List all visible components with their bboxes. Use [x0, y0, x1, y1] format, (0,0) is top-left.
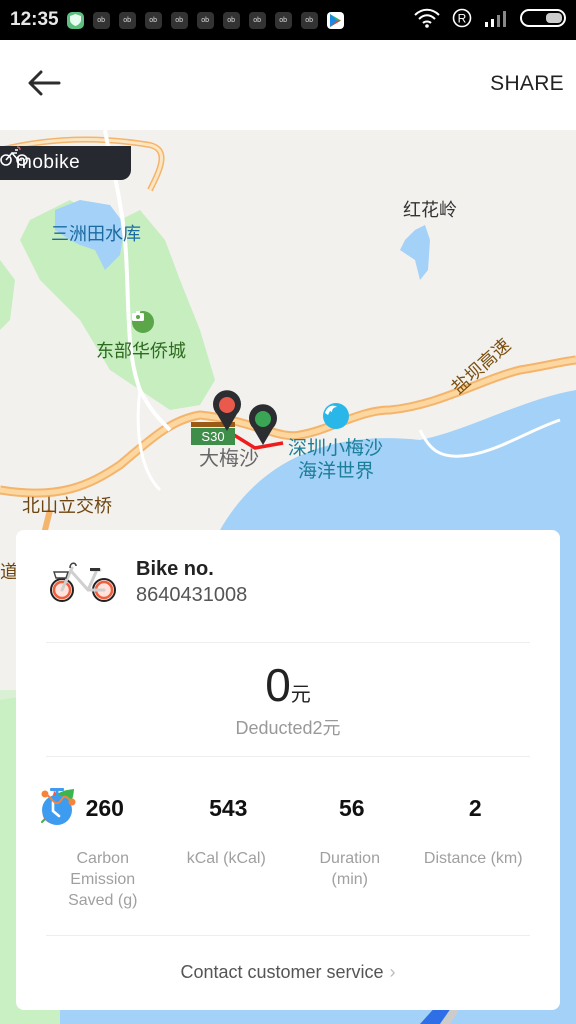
- map-label-park: 东部华侨城: [96, 341, 186, 361]
- status-bar: 12:35 ob ob ob ob ob ob ob ob ob R: [0, 0, 576, 40]
- stat-value: 56: [338, 794, 365, 821]
- stat-distance: 2 Distance (km): [41, 788, 536, 911]
- fare-currency: 元: [290, 684, 311, 706]
- roaming-icon: R: [452, 8, 472, 33]
- mobike-notification-icon: ob: [144, 11, 162, 29]
- mobike-notification-icon: ob: [196, 11, 214, 29]
- mobike-notification-icon: ob: [300, 11, 318, 29]
- arrow-left-icon: [27, 70, 61, 101]
- mobike-notification-icon: ob: [274, 11, 292, 29]
- play-store-icon: [326, 11, 344, 29]
- share-button[interactable]: SHARE: [490, 72, 564, 96]
- signal-icon: [484, 9, 508, 32]
- trip-stats: 260 Carbon Emission Saved (g) 543 kCal (…: [41, 788, 535, 911]
- stat-calories: 543 kCal (kCal): [42, 788, 289, 911]
- mobike-brand-badge: mobike: [0, 146, 131, 180]
- bike-label: Bike no.: [136, 558, 214, 580]
- trip-summary-card: Bike no. 8640431008 0元 Deducted2元 260 Ca…: [16, 530, 560, 1010]
- app-header: SHARE: [0, 40, 576, 130]
- mobike-notification-icon: ob: [92, 11, 110, 29]
- divider: [46, 642, 530, 643]
- wifi-icon: [414, 8, 440, 33]
- contact-label: Contact customer service: [180, 962, 384, 982]
- stat-value: 260: [85, 794, 124, 821]
- map-label-hill: 红花岭: [403, 200, 457, 220]
- camera-poi-icon: [132, 311, 154, 333]
- mobike-notification-icon: ob: [170, 11, 188, 29]
- fare-value: 0: [265, 659, 291, 711]
- stat-value: 543: [209, 794, 248, 821]
- stat-label: Carbon Emission Saved (g): [68, 850, 138, 909]
- svg-text:R: R: [458, 11, 467, 25]
- bike-info: Bike no. 8640431008: [48, 558, 247, 607]
- fare-amount: 0元: [16, 658, 560, 712]
- map-label-reservoir: 三洲田水库: [51, 224, 141, 244]
- shield-app-icon: [66, 11, 84, 29]
- stat-label: kCal (kCal): [186, 850, 266, 867]
- back-button[interactable]: [22, 66, 66, 104]
- map-label-attraction-line2: 海洋世界: [298, 461, 375, 482]
- stat-label: Duration (min): [319, 850, 380, 888]
- stat-value: 2: [468, 794, 482, 821]
- map-label-interchange: 北山立交桥: [22, 496, 112, 516]
- bike-number: 8640431008: [136, 584, 248, 606]
- stat-label: Distance (km): [423, 850, 523, 867]
- status-time: 12:35: [10, 9, 59, 30]
- mobike-notification-icon: ob: [222, 11, 240, 29]
- battery-icon: [520, 8, 566, 32]
- mobike-notification-icon: ob: [248, 11, 266, 29]
- divider: [46, 935, 530, 936]
- mobike-notification-icon: ob: [118, 11, 136, 29]
- chevron-right-icon: ›: [389, 962, 396, 982]
- stat-duration: 56 Duration (min): [42, 788, 412, 911]
- deducted-text: Deducted2元: [235, 718, 341, 738]
- dolphin-poi-icon: [323, 403, 349, 429]
- map-label-town: 大梅沙: [199, 448, 259, 470]
- bike-icon: [48, 559, 118, 607]
- divider: [46, 756, 530, 757]
- contact-customer-service-link[interactable]: Contact customer service ›: [16, 962, 560, 983]
- trip-map[interactable]: mobike 三洲田水库 红花岭 东部华侨城 盐坝高速 S30 大梅沙 深圳小梅…: [0, 130, 576, 1024]
